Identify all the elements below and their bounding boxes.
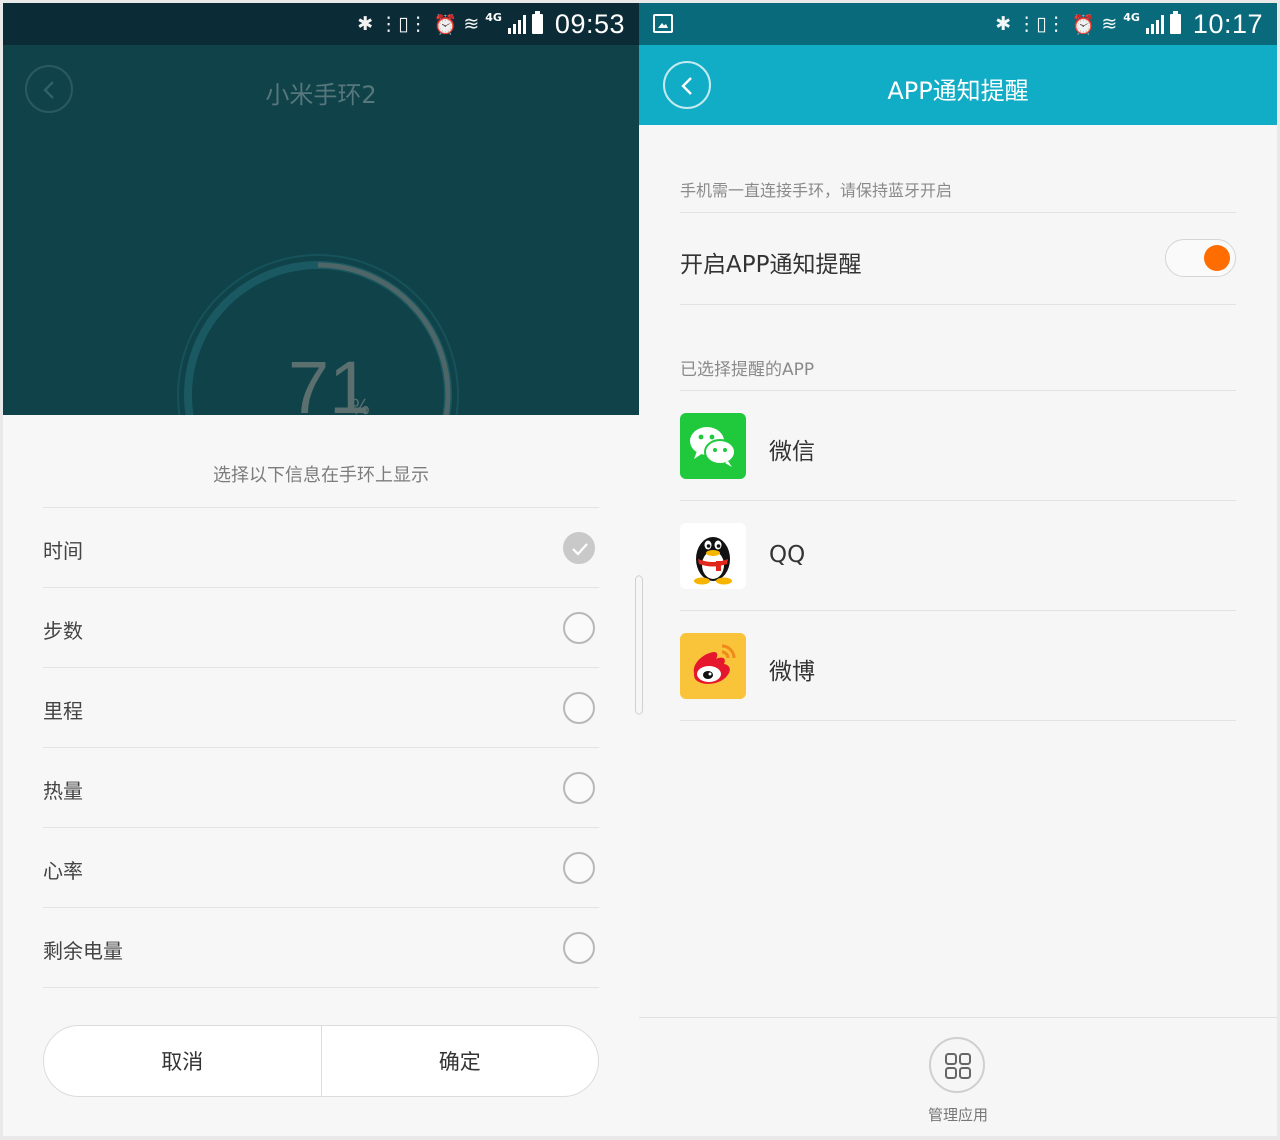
option-checkbox[interactable]	[563, 772, 595, 804]
bottom-bar: 管理应用	[639, 1017, 1277, 1136]
status-bar: ✱ ⋮▯⋮ ⏰ ≋ 4G 10:17	[639, 3, 1277, 45]
sheet-title: 选择以下信息在手环上显示	[213, 465, 429, 486]
option-label: 心率	[43, 859, 83, 883]
left-screen: ✱ ⋮▯⋮ ⏰ ≋ 4G 09:53 小米手环2 71 % 选择以下信息在手环上…	[3, 3, 639, 1136]
option-list: 时间 步数 里程 热量 心率 剩余电量	[43, 507, 599, 988]
gallery-notification-icon	[653, 14, 673, 33]
wifi-icon: ≋	[463, 13, 480, 35]
wifi-icon: ≋	[1101, 13, 1118, 35]
option-row-calories[interactable]: 热量	[43, 748, 599, 828]
app-row-qq[interactable]: QQ	[680, 501, 1236, 611]
display-options-sheet: 选择以下信息在手环上显示 时间 步数 里程 热量 心率 剩余电量 取消 确定	[3, 415, 639, 1136]
qq-penguin-icon	[680, 523, 746, 589]
wechat-icon	[680, 413, 746, 479]
manage-apps-button[interactable]	[929, 1037, 985, 1093]
option-row-time[interactable]: 时间	[43, 508, 599, 588]
band-header: 小米手环2 71 %	[3, 45, 639, 415]
vibrate-icon: ⋮▯⋮	[379, 13, 428, 35]
battery-icon	[1169, 11, 1181, 34]
signal-icon	[1145, 14, 1164, 34]
signal-icon	[507, 14, 526, 34]
option-label: 剩余电量	[43, 939, 123, 963]
notification-toggle-row[interactable]: 开启APP通知提醒	[680, 213, 1236, 305]
toggle-label: 开启APP通知提醒	[680, 252, 862, 278]
option-row-heart-rate[interactable]: 心率	[43, 828, 599, 908]
network-type: 4G	[485, 10, 502, 24]
option-row-steps[interactable]: 步数	[43, 588, 599, 668]
status-time: 10:17	[1192, 8, 1263, 39]
option-checkbox[interactable]	[563, 692, 595, 724]
alarm-icon: ⏰	[1071, 13, 1096, 36]
app-row-wechat[interactable]: 微信	[680, 391, 1236, 501]
dialog-buttons: 取消 确定	[43, 1025, 599, 1097]
option-label: 里程	[43, 699, 83, 723]
settings-content: 手机需一直连接手环，请保持蓝牙开启 开启APP通知提醒 已选择提醒的APP 微信	[680, 125, 1236, 721]
bluetooth-icon: ✱	[995, 13, 1012, 35]
notification-toggle[interactable]	[1165, 239, 1236, 277]
option-label: 步数	[43, 619, 83, 643]
vibrate-icon: ⋮▯⋮	[1017, 13, 1066, 35]
right-screen: ✱ ⋮▯⋮ ⏰ ≋ 4G 10:17 APP通知提醒 手机需一直连接手环，请保持…	[639, 3, 1277, 1136]
app-name: 微博	[769, 659, 815, 685]
page-title: 小米手环2	[265, 81, 377, 109]
screen-edge	[639, 575, 643, 715]
section-title: 已选择提醒的APP	[680, 305, 1236, 391]
app-header: APP通知提醒	[639, 45, 1277, 125]
app-row-weibo[interactable]: 微博	[680, 611, 1236, 721]
status-time: 09:53	[554, 8, 625, 39]
option-checkbox-checked[interactable]	[563, 532, 595, 564]
alarm-icon: ⏰	[433, 13, 458, 36]
battery-percent-sign: %	[351, 395, 371, 415]
grid-icon	[945, 1053, 971, 1079]
bluetooth-hint: 手机需一直连接手环，请保持蓝牙开启	[680, 125, 1236, 213]
option-checkbox[interactable]	[563, 612, 595, 644]
option-label: 热量	[43, 779, 83, 803]
app-name: 微信	[769, 439, 815, 465]
toggle-knob	[1204, 245, 1230, 271]
page-title: APP通知提醒	[887, 77, 1029, 105]
battery-icon	[531, 11, 543, 34]
confirm-button[interactable]: 确定	[320, 1026, 599, 1096]
cancel-button[interactable]: 取消	[44, 1026, 321, 1096]
bluetooth-icon: ✱	[357, 13, 374, 35]
network-type: 4G	[1123, 10, 1140, 24]
app-name: QQ	[769, 542, 806, 568]
manage-apps-label[interactable]: 管理应用	[639, 1104, 1277, 1125]
option-row-distance[interactable]: 里程	[43, 668, 599, 748]
option-checkbox[interactable]	[563, 852, 595, 884]
option-label: 时间	[43, 539, 83, 563]
option-checkbox[interactable]	[563, 932, 595, 964]
weibo-icon	[680, 633, 746, 699]
option-row-battery[interactable]: 剩余电量	[43, 908, 599, 988]
check-icon	[572, 543, 588, 556]
status-bar: ✱ ⋮▯⋮ ⏰ ≋ 4G 09:53	[3, 3, 639, 45]
